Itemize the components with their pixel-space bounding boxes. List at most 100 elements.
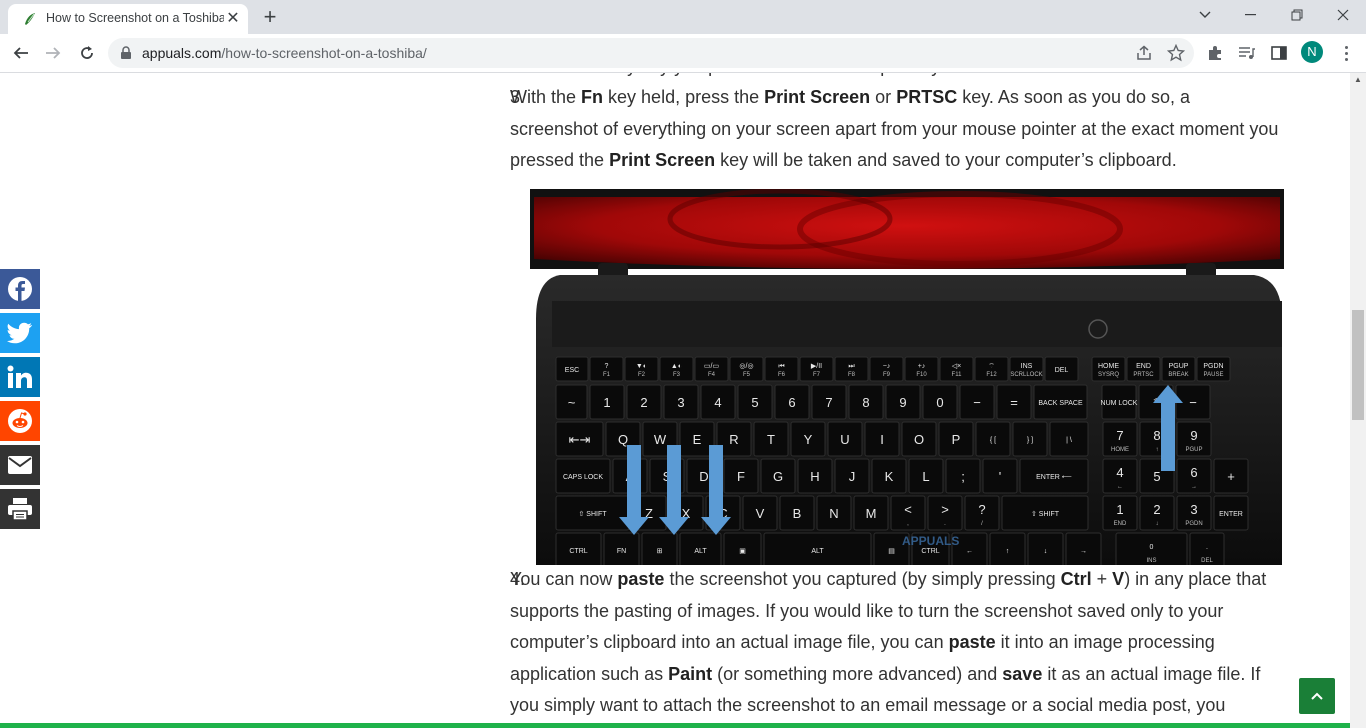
key-label: 8 xyxy=(1153,428,1160,443)
email-icon xyxy=(8,456,32,474)
key-sublabel: PRTSC xyxy=(1133,372,1154,378)
key-label: ' xyxy=(999,469,1001,484)
key-sublabel: ↓ xyxy=(1156,521,1159,527)
key-sublabel: F6 xyxy=(778,372,786,378)
key-label: H xyxy=(810,469,819,484)
key-label: ESC xyxy=(565,367,579,374)
key-sublabel: END xyxy=(1114,521,1127,527)
key-sublabel: BREAK xyxy=(1168,372,1188,378)
profile-avatar[interactable]: N xyxy=(1301,41,1323,63)
key-label: FN xyxy=(617,548,626,555)
side-panel-button[interactable] xyxy=(1267,41,1291,65)
print-share-button[interactable] xyxy=(0,489,40,529)
key-sublabel: F5 xyxy=(743,372,751,378)
key-label: ◁× xyxy=(952,363,961,370)
address-bar[interactable]: appuals.com/how-to-screenshot-on-a-toshi… xyxy=(108,38,1194,68)
key-label: CAPS LOCK xyxy=(563,474,603,481)
minimize-button[interactable] xyxy=(1228,0,1274,30)
key-label: | \ xyxy=(1066,437,1072,444)
key-label: J xyxy=(849,469,856,484)
key-label: 8 xyxy=(862,395,869,410)
key-label: 3 xyxy=(1190,502,1197,517)
twitter-share-button[interactable] xyxy=(0,313,40,353)
restore-button[interactable] xyxy=(1274,0,1320,30)
key-label: ALT xyxy=(811,548,824,555)
bookmark-button[interactable] xyxy=(1166,43,1186,63)
scroll-up-arrow[interactable]: ▲ xyxy=(1350,73,1366,87)
forward-button[interactable] xyxy=(38,38,68,68)
share-icon xyxy=(1137,45,1151,60)
share-page-button[interactable] xyxy=(1134,43,1154,63)
key-label: 5 xyxy=(1153,469,1160,484)
key-label: ⏭ xyxy=(848,363,855,370)
facebook-share-button[interactable] xyxy=(0,269,40,309)
browser-tab[interactable]: How to Screenshot on a Toshiba ✕ xyxy=(8,4,248,34)
key-label: 9 xyxy=(899,395,906,410)
star-icon xyxy=(1167,44,1185,62)
key-label: ▣ xyxy=(739,548,746,555)
toshiba-keyboard-image: ESC? F1 ▼◐ F2 ▲◐ F3 ▭/▭ F4 ◎/◎ F5 ⏮ F6 ▶/II F7 ⏭ F8 −♪ F9… xyxy=(530,189,1284,565)
key-label: D xyxy=(699,469,708,484)
key-label: ⇧ SHIFT xyxy=(578,510,607,518)
key-label: . xyxy=(1206,544,1208,551)
key-sublabel: HOME xyxy=(1111,447,1129,453)
reload-button[interactable] xyxy=(72,38,102,68)
key-label: U xyxy=(840,432,849,447)
key-label: INS xyxy=(1021,363,1033,370)
email-share-button[interactable] xyxy=(0,445,40,485)
key-label: ~ xyxy=(568,395,576,410)
arrow-right-icon xyxy=(46,47,61,59)
key-sublabel: SYSRQ xyxy=(1098,372,1119,378)
close-window-button[interactable] xyxy=(1320,0,1366,30)
chrome-menu-icon[interactable] xyxy=(1336,41,1356,65)
key-label: CTRL xyxy=(569,548,587,555)
key-label: PGUP xyxy=(1169,363,1189,370)
key-sublabel: PGUP xyxy=(1185,447,1202,453)
key-label: 6 xyxy=(1190,465,1197,480)
back-button[interactable] xyxy=(6,38,36,68)
page-load-progress-bar xyxy=(0,723,1350,728)
step-number: 3. xyxy=(510,87,526,107)
key-label: 0 xyxy=(1150,544,1154,551)
reddit-share-button[interactable] xyxy=(0,401,40,441)
key-label: { [ xyxy=(990,437,996,444)
key-label: R xyxy=(729,432,738,447)
linkedin-share-button[interactable] xyxy=(0,357,40,397)
playlist-icon xyxy=(1239,47,1255,59)
url-domain: appuals.com xyxy=(142,45,222,61)
key-label: I xyxy=(880,432,884,447)
key-sublabel: → xyxy=(1191,484,1197,490)
new-tab-button[interactable]: + xyxy=(258,6,282,30)
facebook-icon xyxy=(8,277,32,301)
key-label: 3 xyxy=(677,395,684,410)
chevron-up-icon xyxy=(1311,692,1323,700)
extensions-button[interactable] xyxy=(1203,41,1227,65)
lock-icon[interactable] xyxy=(120,46,132,60)
key-label: ENTER xyxy=(1219,511,1243,518)
appuals-favicon-icon xyxy=(25,13,35,25)
media-control-button[interactable] xyxy=(1235,41,1259,65)
key-sublabel: ← xyxy=(1117,484,1123,490)
printer-icon xyxy=(8,498,32,521)
key-label: ⌔ xyxy=(988,363,995,370)
key-label: L xyxy=(922,469,929,484)
key-sublabel: F12 xyxy=(986,372,997,378)
key-label: > xyxy=(941,502,949,517)
key-label: → xyxy=(1080,548,1087,555)
back-to-top-button[interactable] xyxy=(1299,678,1335,714)
key-sublabel: F8 xyxy=(848,372,856,378)
key-sublabel: PGDN xyxy=(1185,521,1202,527)
tab-search-button[interactable] xyxy=(1182,0,1228,30)
key-label: END xyxy=(1136,363,1151,370)
key-label: 4 xyxy=(1116,465,1123,480)
key-label: ENTER ⟵ xyxy=(1036,474,1072,481)
scrollbar-thumb[interactable] xyxy=(1352,310,1364,420)
key-label: CTRL xyxy=(921,548,939,555)
key-label: ← xyxy=(966,548,973,555)
key-label: Q xyxy=(618,432,628,447)
key-label: ALT xyxy=(694,548,707,555)
key-label: ▭/▭ xyxy=(704,363,719,370)
tab-close-icon[interactable]: ✕ xyxy=(224,10,242,28)
minimize-icon xyxy=(1245,14,1256,16)
url-text: appuals.com/how-to-screenshot-on-a-toshi… xyxy=(142,45,427,61)
